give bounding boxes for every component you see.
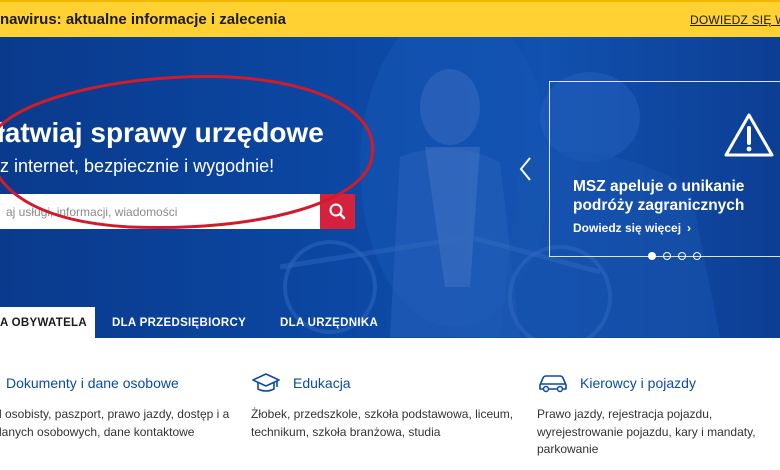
carousel-link-label: Dowiedz się więcej — [573, 221, 682, 235]
category-description: Prawo jazdy, rejestracja pojazdu, wyreje… — [537, 407, 756, 456]
carousel-dot[interactable] — [648, 252, 656, 260]
category-title[interactable]: Edukacja — [293, 375, 351, 391]
tab-citizen[interactable]: A OBYWATELA — [0, 307, 95, 338]
hero-subtitle: z internet, bezpiecznie i wygodnie! — [0, 156, 275, 176]
category-education[interactable]: Edukacja Żłobek, przedszkole, szkoła pod… — [251, 372, 516, 441]
search-icon — [329, 203, 346, 220]
category-title[interactable]: Dokumenty i dane osobowe — [6, 375, 179, 391]
carousel-dot[interactable] — [678, 252, 686, 260]
carousel-prev-icon[interactable] — [516, 154, 536, 184]
category-title[interactable]: Kierowcy i pojazdy — [580, 375, 696, 391]
carousel-learn-more-link[interactable]: Dowiedz się więcej › — [573, 221, 691, 235]
carousel-dot[interactable] — [663, 252, 671, 260]
search-input[interactable] — [0, 194, 320, 229]
category-description: Żłobek, przedszkole, szkoła podstawowa, … — [251, 407, 514, 439]
warning-icon — [724, 113, 774, 157]
hero-section: łatwiaj sprawy urzędowe z internet, bezp… — [0, 37, 780, 338]
search-button[interactable] — [320, 194, 355, 229]
category-description: d osobisty, paszport, prawo jazdy, dostę… — [0, 407, 230, 439]
category-vehicles[interactable]: Kierowcy i pojazdy Prawo jazdy, rejestra… — [537, 372, 767, 459]
announcement-banner: nawirus: aktualne informacje i zalecenia… — [0, 0, 780, 37]
hero-title: łatwiaj sprawy urzędowe — [0, 117, 324, 148]
banner-text: nawirus: aktualne informacje i zalecenia — [0, 11, 286, 28]
tab-official[interactable]: DLA URZĘDNIKA — [280, 307, 378, 338]
graduation-cap-icon — [252, 373, 280, 392]
tab-entrepreneur[interactable]: DLA PRZEDSIĘBIORCY — [112, 307, 246, 338]
carousel-dots — [648, 252, 701, 260]
banner-learn-more-link[interactable]: DOWIEDZ SIĘ WI — [690, 13, 780, 27]
carousel-card[interactable]: MSZ apeluje o unikanie podróży zagranicz… — [549, 81, 780, 257]
carousel-title: MSZ apeluje o unikanie podróży zagranicz… — [573, 178, 745, 214]
chevron-right-icon: › — [687, 221, 692, 235]
carousel-dot[interactable] — [693, 252, 701, 260]
car-icon — [539, 375, 567, 393]
category-documents[interactable]: Dokumenty i dane osobowe d osobisty, pas… — [0, 372, 230, 441]
audience-tabs: A OBYWATELA DLA PRZEDSIĘBIORCY DLA URZĘD… — [0, 307, 378, 338]
